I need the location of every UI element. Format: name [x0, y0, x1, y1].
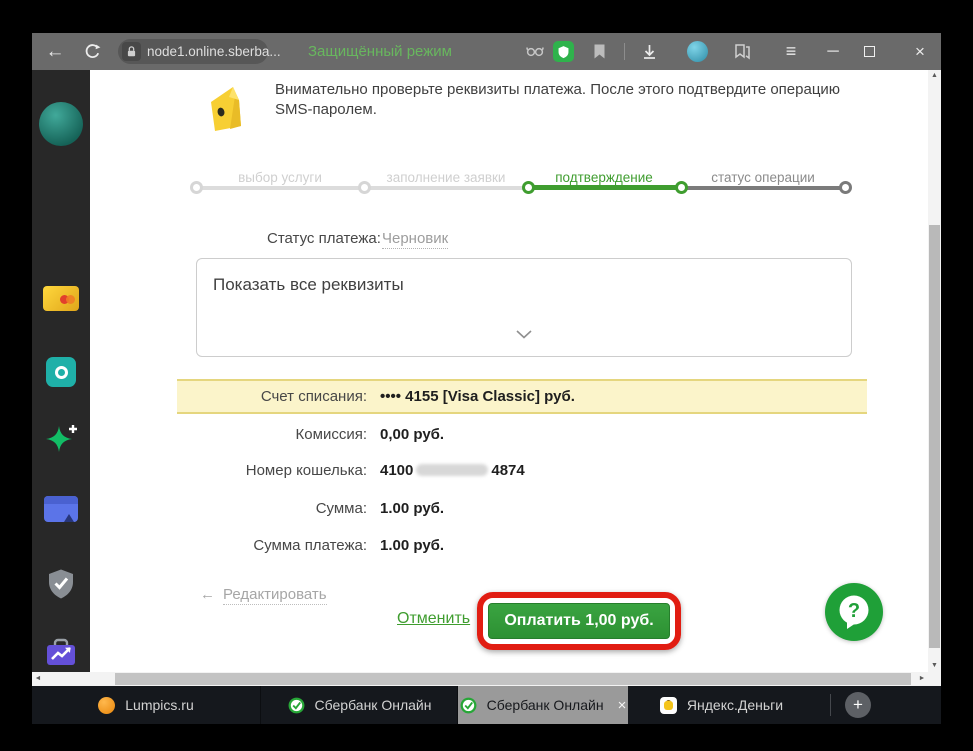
payment-status-value[interactable]: Черновик: [382, 230, 449, 249]
debit-account-label: Счет списания:: [260, 388, 367, 405]
wallet-number-value: 4100 4874: [380, 462, 525, 479]
menu-button[interactable]: ≡: [776, 33, 806, 70]
help-chat-button[interactable]: ?: [825, 583, 883, 641]
bookmark-icon[interactable]: [592, 43, 607, 65]
amount-row: Сумма: 1.00 руб.: [90, 500, 928, 518]
reload-icon: [85, 44, 101, 58]
requisites-toggle-label: Показать все реквизиты: [213, 275, 404, 294]
secure-mode-label[interactable]: Защищённый режим: [308, 33, 452, 70]
payment-status-label: Статус платежа:: [267, 230, 381, 247]
step-node: [675, 181, 688, 194]
cancel-link[interactable]: Отменить: [397, 610, 470, 628]
tab-strip: Lumpics.ru Сбербанк Онлайн Сбербанк Онла…: [32, 686, 941, 724]
tab-lumpics[interactable]: Lumpics.ru: [32, 686, 261, 724]
payment-total-label: Сумма платежа:: [253, 537, 367, 554]
sidebar-profile-avatar[interactable]: [39, 102, 83, 146]
step-label-form: заполнение заявки: [386, 170, 506, 185]
wallet-number-row: Номер кошелька: 4100 4874: [90, 462, 928, 480]
tabbar-divider: [830, 694, 831, 716]
fee-row: Комиссия: 0,00 руб.: [90, 426, 928, 444]
screenshot-root: ← node1.online.sberba... Защищённый режи…: [0, 0, 973, 751]
step-node: [190, 181, 203, 194]
profile-avatar-icon[interactable]: [687, 41, 708, 62]
vertical-scrollbar[interactable]: ▲ ▼: [928, 70, 941, 672]
step-segment-active: [528, 185, 681, 190]
browser-sidebar: [32, 70, 90, 672]
sparkle-plus-icon[interactable]: [43, 422, 79, 463]
collections-icon[interactable]: [733, 43, 751, 65]
tab-yandex-money[interactable]: Яндекс.Деньги: [629, 686, 814, 724]
url-text: node1.online.sberba...: [147, 44, 281, 59]
scroll-right-arrow[interactable]: ►: [916, 672, 928, 686]
step-node: [358, 181, 371, 194]
bank-card-icon[interactable]: [43, 286, 79, 311]
toolbar-divider: [624, 43, 625, 60]
show-all-requisites-toggle[interactable]: Показать все реквизиты: [196, 258, 852, 357]
amount-label: Сумма:: [315, 500, 367, 517]
scroll-up-arrow[interactable]: ▲: [928, 70, 941, 82]
step-node: [839, 181, 852, 194]
amount-value: 1.00 руб.: [380, 500, 445, 517]
shield-icon: [558, 45, 569, 58]
reload-button[interactable]: [84, 43, 101, 65]
wallet-number-label: Номер кошелька:: [245, 462, 367, 479]
fee-label: Комиссия:: [295, 426, 367, 443]
messenger-icon[interactable]: [46, 357, 76, 387]
vertical-scroll-thumb[interactable]: [929, 225, 940, 648]
chevron-down-icon: [516, 326, 532, 344]
payment-notice: Внимательно проверьте реквизиты платежа.…: [275, 81, 841, 118]
close-window-button[interactable]: ×: [904, 33, 936, 70]
debit-account-value: •••• 4155 [Visa Classic] руб.: [380, 388, 575, 405]
fee-value: 0,00 руб.: [380, 426, 445, 443]
lock-icon: [122, 42, 141, 61]
shield-check-icon[interactable]: [46, 568, 76, 606]
yandex-money-favicon: [659, 696, 677, 714]
step-label-status: статус операции: [711, 170, 815, 185]
question-bubble-icon: ?: [839, 595, 869, 629]
new-tab-button[interactable]: +: [845, 692, 871, 718]
scroll-down-arrow[interactable]: ▼: [928, 660, 941, 672]
horizontal-scrollbar[interactable]: ◄ ►: [32, 672, 941, 686]
step-segment: [681, 186, 845, 190]
tab-sberbank-1[interactable]: Сбербанк Онлайн: [262, 686, 458, 724]
step-segment: [364, 186, 528, 190]
horizontal-scroll-thumb[interactable]: [115, 673, 911, 685]
redacted-digits: [416, 464, 489, 476]
step-segment: [196, 186, 364, 190]
download-icon: [644, 45, 655, 59]
step-node: [522, 181, 535, 194]
minimize-button[interactable]: ─: [818, 33, 848, 70]
lumpics-favicon: [98, 696, 116, 714]
payment-total-row: Сумма платежа: 1.00 руб.: [90, 537, 928, 555]
browser-toolbar: ← node1.online.sberba... Защищённый режи…: [32, 33, 941, 70]
wallet-icon[interactable]: [44, 496, 78, 522]
sberbank-favicon: [288, 697, 304, 713]
annotation-red-outline: Оплатить 1,00 руб.: [477, 592, 681, 650]
debit-account-row: Счет списания: •••• 4155 [Visa Classic] …: [177, 379, 867, 414]
scroll-left-arrow[interactable]: ◄: [32, 672, 44, 686]
address-bar[interactable]: node1.online.sberba...: [118, 39, 281, 64]
yandex-money-logo: [203, 84, 247, 139]
left-arrow-icon: ←: [200, 586, 215, 603]
back-button[interactable]: ←: [40, 33, 70, 70]
protect-shield-button[interactable]: [553, 41, 574, 62]
sberbank-favicon: [460, 697, 477, 713]
payment-total-value: 1.00 руб.: [380, 537, 445, 554]
tab-close-button[interactable]: ×: [618, 697, 627, 714]
step-label-service: выбор услуги: [238, 170, 322, 185]
step-label-confirm: подтверждение: [555, 170, 653, 185]
edit-link[interactable]: ← Редактировать: [200, 586, 327, 605]
page-content: Внимательно проверьте реквизиты платежа.…: [90, 70, 928, 672]
tab-sberbank-active[interactable]: Сбербанк Онлайн ×: [458, 686, 628, 724]
svg-text:?: ?: [848, 600, 860, 622]
extension-icon[interactable]: [526, 43, 544, 65]
pay-button[interactable]: Оплатить 1,00 руб.: [488, 603, 670, 639]
maximize-button[interactable]: [864, 46, 875, 57]
briefcase-chart-icon[interactable]: [44, 638, 78, 673]
download-button[interactable]: [641, 43, 658, 65]
